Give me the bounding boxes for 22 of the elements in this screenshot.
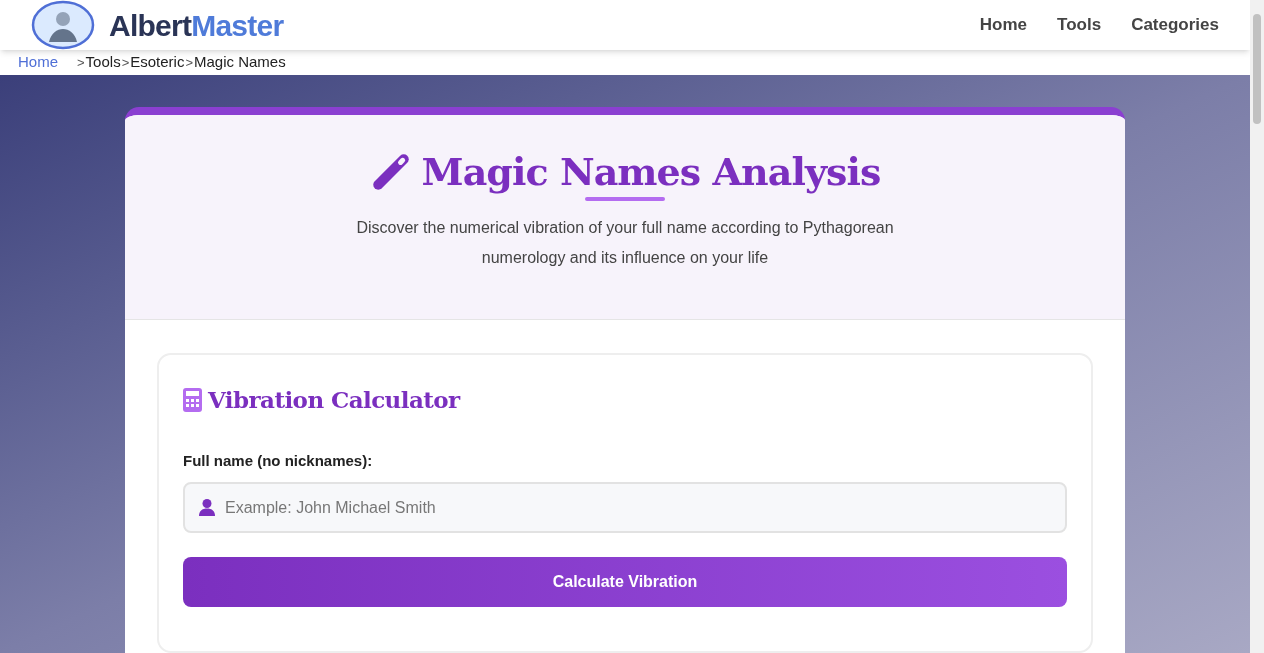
field-label: Full name (no nicknames): [183, 450, 374, 471]
breadcrumb-separator: > [184, 53, 194, 72]
calculate-button[interactable]: Calculate Vibration [183, 557, 1067, 607]
section-title: Vibration Calculator [208, 385, 460, 415]
person-icon [199, 499, 215, 516]
breadcrumb-link[interactable]: Home [18, 51, 58, 74]
scrollbar-thumb[interactable] [1253, 14, 1261, 124]
page-title: Magic Names Analysis [421, 149, 881, 195]
scrollbar[interactable] [1250, 0, 1264, 653]
nav-link[interactable]: Home [979, 12, 1028, 38]
breadcrumb-item: Esoteric [130, 52, 185, 73]
nav-link[interactable]: Categories [1131, 12, 1219, 38]
breadcrumb-separator: > [76, 53, 85, 72]
logo-text[interactable]: AlbertMaster [109, 2, 284, 48]
nav-link[interactable]: Tools [1057, 12, 1102, 38]
page-subtitle: Discover the numerical vibration of your full name according to Pythagorean numerology and its influence on your life [355, 218, 895, 268]
calculator-icon [183, 388, 202, 413]
name-input-field[interactable]: Example: John Michael Smith [183, 482, 1067, 533]
breadcrumb-item: Tools [85, 52, 121, 73]
logo-icon[interactable] [31, 0, 95, 50]
breadcrumb-separator: > [121, 53, 131, 72]
breadcrumb-item: Magic Names [194, 52, 286, 73]
